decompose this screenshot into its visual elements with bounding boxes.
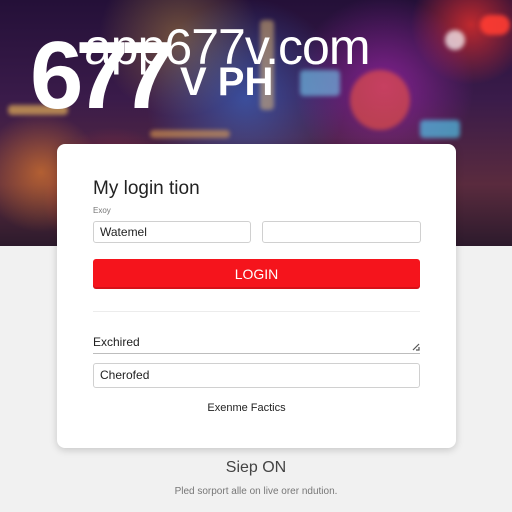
footer-note: Pled sorport alle on live orer ndution. bbox=[174, 486, 338, 497]
chevron-down-icon[interactable] bbox=[411, 342, 421, 352]
bg-light bbox=[420, 120, 460, 138]
login-card: My login tion Exoy Watemel LOGIN Exchire… bbox=[57, 144, 456, 448]
bg-light bbox=[350, 70, 410, 130]
username-input[interactable]: Watemel bbox=[93, 221, 251, 243]
cherofed-input[interactable]: Cherofed bbox=[93, 363, 420, 388]
login-title: My login tion bbox=[93, 178, 200, 199]
exchange-select-label[interactable]: Exchired bbox=[93, 335, 140, 349]
login-button[interactable]: LOGIN bbox=[93, 259, 420, 289]
exchange-select-underline bbox=[93, 353, 420, 354]
sign-on-title[interactable]: Siep ON bbox=[0, 459, 512, 477]
exchange-factics-link[interactable]: Exenme Factics bbox=[57, 402, 436, 414]
bg-light bbox=[445, 30, 465, 50]
field-caption: Exoy bbox=[93, 206, 111, 215]
site-url: app677v.com bbox=[84, 19, 370, 75]
password-input[interactable] bbox=[262, 221, 421, 243]
bg-light bbox=[480, 15, 510, 35]
bg-light bbox=[150, 130, 230, 138]
divider bbox=[93, 311, 420, 312]
